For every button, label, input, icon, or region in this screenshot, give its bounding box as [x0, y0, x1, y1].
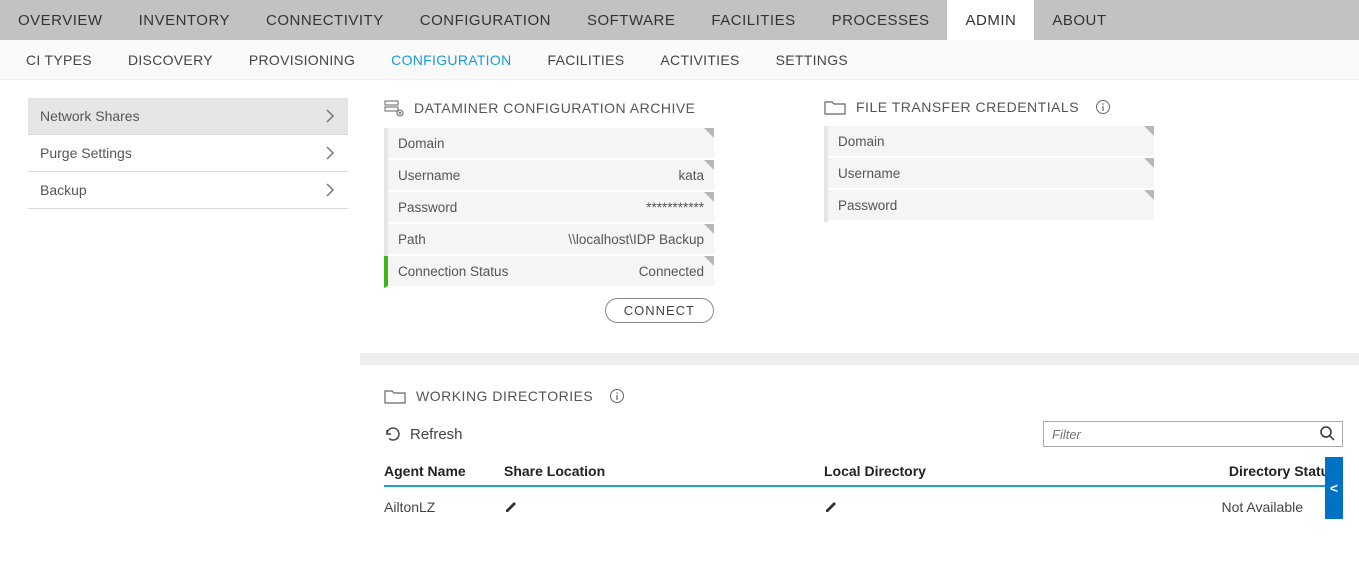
sidebar: Network Shares Purge Settings Backup [0, 98, 360, 547]
prop-label: Password [838, 198, 897, 213]
refresh-icon [384, 425, 402, 443]
cell-share-location[interactable] [504, 486, 824, 527]
sidebar-item-network-shares[interactable]: Network Shares [28, 98, 348, 135]
search-icon [1319, 425, 1335, 441]
subtab-facilities[interactable]: FACILITIES [529, 52, 642, 68]
credentials-panel: FILE TRANSFER CREDENTIALS Domain Usernam… [824, 98, 1154, 323]
cred-domain-row[interactable]: Domain [828, 126, 1154, 158]
subtab-discovery[interactable]: DISCOVERY [110, 52, 231, 68]
cred-username-row[interactable]: Username [828, 158, 1154, 190]
prop-value: *********** [646, 200, 704, 215]
tab-admin[interactable]: ADMIN [947, 0, 1034, 40]
working-directories-table: Agent Name Share Location Local Director… [384, 457, 1343, 527]
prop-value: kata [678, 168, 704, 183]
refresh-button[interactable]: Refresh [384, 425, 463, 443]
prop-label: Connection Status [398, 264, 508, 279]
subtab-ci-types[interactable]: CI TYPES [8, 52, 110, 68]
folder-icon [384, 387, 406, 405]
subtab-provisioning[interactable]: PROVISIONING [231, 52, 373, 68]
col-agent-name[interactable]: Agent Name [384, 457, 504, 486]
tab-processes[interactable]: PROCESSES [814, 0, 948, 40]
credentials-panel-title: FILE TRANSFER CREDENTIALS [856, 99, 1079, 115]
prop-label: Domain [838, 134, 885, 149]
tab-facilities[interactable]: FACILITIES [693, 0, 813, 40]
working-directories-section: WORKING DIRECTORIES Refresh [384, 387, 1343, 527]
sidebar-item-label: Backup [40, 182, 87, 198]
sidebar-item-label: Purge Settings [40, 145, 132, 161]
table-row[interactable]: AiltonLZ Not Availab [384, 486, 1343, 527]
archive-icon [384, 98, 404, 118]
subtab-settings[interactable]: SETTINGS [758, 52, 866, 68]
tab-connectivity[interactable]: CONNECTIVITY [248, 0, 402, 40]
tab-about[interactable]: ABOUT [1034, 0, 1124, 40]
archive-username-row[interactable]: Username kata [388, 160, 714, 192]
prop-label: Password [398, 200, 457, 215]
archive-domain-row[interactable]: Domain [388, 128, 714, 160]
col-share-location[interactable]: Share Location [504, 457, 824, 486]
col-directory-status[interactable]: Directory Status [1144, 457, 1343, 486]
sidebar-item-label: Network Shares [40, 108, 140, 124]
expand-handle[interactable]: < [1325, 457, 1343, 519]
chevron-right-icon [324, 145, 336, 161]
filter-input[interactable] [1043, 421, 1343, 447]
archive-path-row[interactable]: Path \\localhost\IDP Backup [388, 224, 714, 256]
cred-password-row[interactable]: Password [828, 190, 1154, 222]
cell-directory-status: Not Available [1144, 486, 1343, 527]
chevron-right-icon [324, 108, 336, 124]
working-directories-title: WORKING DIRECTORIES [416, 388, 593, 404]
tab-inventory[interactable]: INVENTORY [121, 0, 248, 40]
archive-status-row: Connection Status Connected [384, 256, 714, 288]
connect-button[interactable]: CONNECT [605, 298, 714, 323]
prop-label: Path [398, 232, 426, 247]
tab-software[interactable]: SOFTWARE [569, 0, 693, 40]
archive-panel: DATAMINER CONFIGURATION ARCHIVE Domain U… [384, 98, 714, 323]
prop-value: \\localhost\IDP Backup [568, 232, 704, 247]
subtab-configuration[interactable]: CONFIGURATION [373, 52, 529, 68]
prop-label: Username [398, 168, 460, 183]
tab-overview[interactable]: OVERVIEW [0, 0, 121, 40]
top-tabs: OVERVIEW INVENTORY CONNECTIVITY CONFIGUR… [0, 0, 1359, 40]
prop-value: Connected [639, 264, 704, 279]
cell-local-directory[interactable] [824, 486, 1144, 527]
col-local-directory[interactable]: Local Directory [824, 457, 1144, 486]
sidebar-item-backup[interactable]: Backup [28, 172, 348, 209]
prop-label: Domain [398, 136, 445, 151]
refresh-label: Refresh [410, 426, 463, 443]
folder-icon [824, 98, 846, 116]
sidebar-item-purge-settings[interactable]: Purge Settings [28, 135, 348, 172]
cell-agent-name: AiltonLZ [384, 486, 504, 527]
subtab-activities[interactable]: ACTIVITIES [642, 52, 757, 68]
section-divider [360, 353, 1359, 365]
archive-password-row[interactable]: Password *********** [388, 192, 714, 224]
chevron-right-icon [324, 182, 336, 198]
edit-icon[interactable] [824, 500, 1138, 514]
archive-panel-title: DATAMINER CONFIGURATION ARCHIVE [414, 100, 696, 116]
info-icon[interactable] [1095, 99, 1111, 115]
prop-label: Username [838, 166, 900, 181]
content-area: DATAMINER CONFIGURATION ARCHIVE Domain U… [360, 98, 1359, 547]
sub-tabs: CI TYPES DISCOVERY PROVISIONING CONFIGUR… [0, 40, 1359, 80]
edit-icon[interactable] [504, 500, 818, 514]
tab-configuration[interactable]: CONFIGURATION [402, 0, 569, 40]
info-icon[interactable] [609, 388, 625, 404]
